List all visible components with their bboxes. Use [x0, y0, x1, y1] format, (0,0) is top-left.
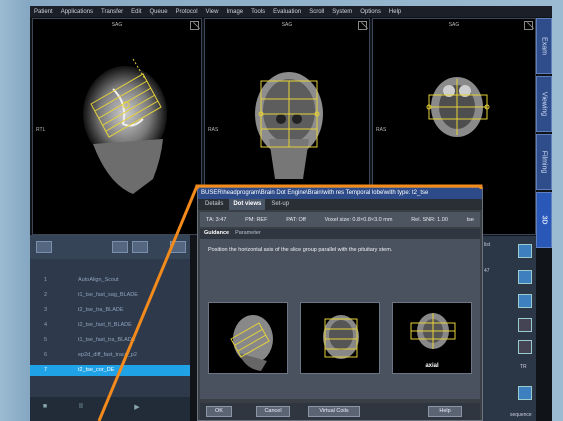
menu-patient[interactable]: Patient	[34, 9, 53, 15]
side-tab-bar: Exam Viewing Filming 3D	[536, 18, 552, 298]
guidance-panel: Position the horizontal axis of the slic…	[200, 239, 480, 399]
menu-tools[interactable]: Tools	[251, 9, 265, 15]
viewport-side-label: RAS	[376, 126, 387, 133]
guidance-image-coronal	[300, 302, 380, 374]
panel-label: sequence	[510, 412, 532, 418]
mr-console-window: Patient Applications Transfer Edit Queue…	[30, 6, 552, 421]
tab-details[interactable]: Details	[201, 199, 227, 210]
copy-icon[interactable]	[112, 241, 128, 253]
tool-icon[interactable]	[518, 294, 532, 308]
help-button[interactable]: Help	[428, 406, 462, 417]
guidance-image-axial: axial	[392, 302, 472, 374]
menu-options[interactable]: Options	[360, 9, 381, 15]
virtual-coils-button[interactable]: Virtual Coils	[308, 406, 360, 417]
menu-scroll[interactable]: Scroll	[309, 9, 324, 15]
rel-snr: Rel. SNR: 1.00	[411, 216, 448, 223]
list-item[interactable]: 6 ep2d_diff_fast_trace_p2	[30, 350, 190, 361]
exam-toolbar	[30, 235, 190, 259]
axial-caption: axial	[425, 363, 439, 369]
protocol-info-bar: TA: 3:47 PM: REF PAT: Off Voxel size: 0.…	[200, 212, 480, 227]
menu-evaluation[interactable]: Evaluation	[273, 9, 301, 15]
tool-icon[interactable]	[518, 340, 532, 354]
tab-viewing[interactable]: Viewing	[536, 76, 552, 132]
dialog-tabs: Details Dot views Set-up	[198, 199, 482, 210]
tab-guidance[interactable]: Guidance	[204, 229, 229, 239]
edit-pencil-icon[interactable]	[36, 241, 52, 253]
play-button[interactable]: ▶	[130, 403, 144, 414]
menu-help[interactable]: Help	[389, 9, 401, 15]
exam-protocol-panel: 1 AutoAlign_Scout 2 t1_tse_fast_sag_BLADE …	[30, 235, 190, 421]
menu-protocol[interactable]: Protocol	[176, 9, 198, 15]
viewport-side-label: RTL	[36, 126, 46, 133]
tool-icon[interactable]	[518, 386, 532, 400]
sagittal-mri-image	[83, 58, 167, 194]
dot-engine-dialog: BUSER\headprogram\Brain Dot Engine\Brain…	[197, 187, 483, 421]
panel-label: list	[484, 242, 491, 248]
pat-value: PAT: Off	[286, 216, 306, 223]
menu-bar: Patient Applications Transfer Edit Queue…	[30, 6, 552, 17]
viewport-orientation-label: SAG	[111, 22, 123, 28]
menu-image[interactable]: Image	[226, 9, 243, 15]
exam-controls: ■ II ▶	[30, 397, 190, 421]
tab-set-up[interactable]: Set-up	[267, 199, 293, 210]
cancel-button[interactable]: Cancel	[256, 406, 290, 417]
search-icon[interactable]	[132, 241, 148, 253]
list-item-selected[interactable]: 7 t2_tse_cor_DE	[30, 365, 190, 376]
panel-label: 47	[484, 268, 490, 274]
stop-button[interactable]: ■	[38, 403, 52, 414]
tool-icon[interactable]	[518, 244, 532, 258]
menu-queue[interactable]: Queue	[150, 9, 168, 15]
list-item[interactable]: 5 t1_tse_fast_tra_BLADE	[30, 335, 190, 346]
tab-filming[interactable]: Filming	[536, 134, 552, 190]
menu-transfer[interactable]: Transfer	[101, 9, 123, 15]
viewport-maximize-icon[interactable]	[524, 21, 533, 30]
tab-parameter[interactable]: Parameter	[235, 229, 261, 239]
right-tool-panel: list 47 TR sequence	[480, 236, 536, 421]
menu-applications[interactable]: Applications	[61, 9, 93, 15]
list-item[interactable]: 4 t2_tse_fast_fl_BLADE	[30, 320, 190, 331]
menu-edit[interactable]: Edit	[131, 9, 141, 15]
menu-system[interactable]: System	[332, 9, 352, 15]
sequence-type: tse	[466, 216, 474, 223]
dialog-button-bar: OK Cancel Virtual Coils Help	[200, 403, 480, 420]
pause-button[interactable]: II	[74, 403, 88, 414]
guidance-instruction: Position the horizontal axis of the slic…	[208, 247, 393, 253]
panel-label: TR	[520, 364, 527, 370]
folder-icon[interactable]	[170, 241, 186, 253]
pm-value: PM: REF	[245, 216, 268, 223]
tab-dot-views[interactable]: Dot views	[229, 199, 266, 210]
viewport-side-label: RAS	[208, 126, 219, 133]
menu-view[interactable]: View	[206, 9, 219, 15]
voxel-size: Voxel size: 0.8×0.8×3.0 mm	[324, 216, 393, 223]
viewport-orientation-label: SAG	[448, 22, 460, 28]
list-item[interactable]: 2 t1_tse_fast_sag_BLADE	[30, 290, 190, 301]
tool-icon[interactable]	[518, 318, 532, 332]
list-item[interactable]: 1 AutoAlign_Scout	[30, 275, 190, 286]
tool-icon[interactable]	[518, 270, 532, 284]
viewport-maximize-icon[interactable]	[358, 21, 367, 30]
list-item[interactable]: 3 t2_tse_tra_BLADE	[30, 305, 190, 316]
viewport-orientation-label: SAG	[281, 22, 293, 28]
guidance-image-sagittal	[208, 302, 288, 374]
viewport-maximize-icon[interactable]	[190, 21, 199, 30]
ta-value: TA: 3:47	[206, 216, 227, 223]
ok-button[interactable]: OK	[206, 406, 232, 417]
tab-exam[interactable]: Exam	[536, 18, 552, 74]
sub-tabs: Guidance Parameter	[200, 229, 480, 239]
viewport-sagittal[interactable]: SAG RTL	[32, 18, 202, 235]
tab-3d[interactable]: 3D	[536, 192, 552, 248]
dialog-title: BUSER\headprogram\Brain Dot Engine\Brain…	[198, 188, 482, 199]
